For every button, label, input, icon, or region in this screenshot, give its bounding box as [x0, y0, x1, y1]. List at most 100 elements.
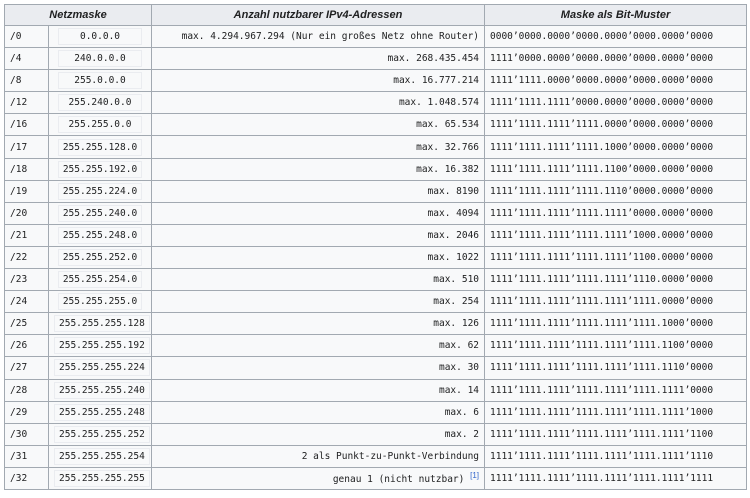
prefix-cell: /17	[4, 135, 49, 159]
bit-pattern-cell: 1111’1111.1111’1111.1110’0000.0000’0000	[484, 179, 748, 203]
address-count-cell: max. 268.435.454	[151, 47, 486, 71]
prefix-cell: /19	[4, 179, 49, 203]
address-count-text: 2 als Punkt-zu-Punkt-Verbindung	[301, 450, 480, 462]
address-count-cell: max. 16.777.214	[151, 69, 486, 93]
address-count-cell: max. 1.048.574	[151, 91, 486, 115]
address-count-cell: max. 32.766	[151, 135, 486, 159]
table-row: /19 255.255.224.0 max. 8190 1111’1111.1111’…	[4, 179, 748, 203]
table-row: /32 255.255.255.255 genau 1 (nicht nutzbar…	[4, 466, 748, 490]
netmask-cell: 255.0.0.0	[47, 69, 153, 93]
table-row: /18 255.255.192.0 max. 16.382 1111’1111.111…	[4, 157, 748, 181]
address-count-text: max. 32.766	[416, 141, 480, 153]
netmask-cell: 255.255.255.224	[47, 356, 153, 380]
table-row: /20 255.255.240.0 max. 4094 1111’1111.1111’…	[4, 201, 748, 225]
netmask-cell: 255.255.248.0	[47, 223, 153, 247]
bit-pattern-cell: 1111’0000.0000’0000.0000’0000.0000’0000	[484, 47, 748, 71]
prefix-cell: /23	[4, 268, 49, 292]
bit-pattern-cell: 1111’1111.1111’1111.1111’1110.0000’0000	[484, 268, 748, 292]
bit-pattern-cell: 1111’1111.1111’1111.1111’1111.1000’0000	[484, 312, 748, 336]
netmask-code: 255.255.240.0	[57, 204, 143, 222]
bit-pattern-cell: 1111’1111.1111’1111.1111’1111.1111’1111	[484, 466, 748, 490]
address-count-text: max. 16.382	[416, 163, 480, 175]
address-count-text: max. 4.294.967.294 (Nur ein großes Netz …	[181, 31, 480, 43]
bit-pattern-cell: 1111’1111.1111’1111.1111’1111.1100’0000	[484, 334, 748, 358]
netmask-code: 255.255.255.192	[54, 337, 150, 355]
table-row: /30 255.255.255.252 max. 2 1111’1111.1111’1…	[4, 422, 748, 446]
address-count-cell: max. 6	[151, 400, 486, 424]
table-body: /0 0.0.0.0 max. 4.294.967.294 (Nur ein gro…	[4, 24, 748, 490]
address-count-cell: max. 2	[151, 422, 486, 446]
netmask-cell: 255.255.255.248	[47, 400, 153, 424]
prefix-cell: /22	[4, 245, 49, 270]
address-count-cell: max. 8190	[151, 179, 486, 203]
address-count-text: genau 1 (nicht nutzbar)	[332, 474, 465, 486]
address-count-text: max. 8190	[427, 185, 480, 197]
prefix-cell: /27	[4, 356, 49, 380]
subnet-mask-table: Netzmaske Anzahl nutzbarer IPv4-Adressen…	[3, 4, 748, 490]
prefix-cell: /21	[4, 223, 49, 247]
prefix-cell: /12	[4, 91, 49, 115]
address-count-cell: max. 510	[151, 268, 486, 292]
table-row: /25 255.255.255.128 max. 126 1111’1111.1111…	[4, 312, 748, 336]
prefix-cell: /26	[4, 334, 49, 358]
table-row: /4 240.0.0.0 max. 268.435.454 1111’0000.000…	[4, 47, 748, 71]
address-count-cell: max. 254	[151, 290, 486, 314]
address-count-text: max. 1.048.574	[398, 97, 480, 109]
prefix-cell: /18	[4, 157, 49, 181]
prefix-cell: /16	[4, 113, 49, 137]
netmask-cell: 255.255.255.128	[47, 312, 153, 336]
address-count-cell: 2 als Punkt-zu-Punkt-Verbindung	[151, 444, 486, 468]
bit-pattern-cell: 1111’1111.1111’1111.1111’1111.1111’1110	[484, 444, 748, 468]
netmask-cell: 255.255.255.0	[47, 290, 153, 314]
netmask-cell: 255.255.192.0	[47, 157, 153, 181]
netmask-cell: 240.0.0.0	[47, 47, 153, 71]
bit-pattern-cell: 1111’1111.1111’1111.1111’1111.1111’1000	[484, 400, 748, 424]
prefix-cell: /8	[4, 69, 49, 93]
netmask-code: 255.255.252.0	[57, 248, 143, 266]
address-count-text: max. 2046	[427, 229, 480, 241]
address-count-cell: max. 2046	[151, 223, 486, 247]
netmask-code: 240.0.0.0	[58, 50, 142, 68]
header-address-count[interactable]: Anzahl nutzbarer IPv4-Adressen	[151, 4, 486, 26]
netmask-cell: 255.255.128.0	[47, 135, 153, 159]
address-count-cell: max. 30	[151, 356, 486, 380]
netmask-code: 255.255.0.0	[58, 116, 142, 134]
prefix-cell: /4	[4, 47, 49, 71]
address-count-text: max. 14	[438, 384, 480, 396]
address-count-text: max. 268.435.454	[387, 53, 480, 65]
bit-pattern-cell: 1111’1111.1111’1111.1111’0000.0000’0000	[484, 201, 748, 225]
bit-pattern-cell: 1111’1111.0000’0000.0000’0000.0000’0000	[484, 69, 748, 93]
table-row: /17 255.255.128.0 max. 32.766 1111’1111.111…	[4, 135, 748, 159]
table-row: /27 255.255.255.224 max. 30 1111’1111.1111’…	[4, 356, 748, 380]
bit-pattern-cell: 1111’1111.1111’1111.1111’1111.1111’1100	[484, 422, 748, 446]
netmask-cell: 255.255.255.255	[47, 466, 153, 490]
netmask-code: 255.255.255.252	[54, 425, 150, 443]
header-bit-pattern[interactable]: Maske als Bit-Muster	[484, 4, 748, 26]
bit-pattern-cell: 1111’1111.1111’1111.1111’1111.1111’0000	[484, 378, 748, 402]
address-count-cell: max. 62	[151, 334, 486, 358]
bit-pattern-cell: 1111’1111.1111’1111.1111’1100.0000’0000	[484, 245, 748, 270]
netmask-cell: 255.255.255.252	[47, 422, 153, 446]
address-count-cell: max. 4.294.967.294 (Nur ein großes Netz …	[151, 24, 486, 49]
netmask-code: 255.255.224.0	[57, 182, 143, 200]
table-row: /29 255.255.255.248 max. 6 1111’1111.1111’1…	[4, 400, 748, 424]
netmask-code: 255.255.255.224	[54, 359, 150, 377]
bit-pattern-cell: 1111’1111.1111’1111.1111’1111.0000’0000	[484, 290, 748, 314]
address-count-text: max. 2	[444, 428, 480, 440]
table-row: /16 255.255.0.0 max. 65.534 1111’1111.1111’…	[4, 113, 748, 137]
address-count-text: max. 62	[438, 340, 480, 352]
table-row: /0 0.0.0.0 max. 4.294.967.294 (Nur ein gro…	[4, 24, 748, 49]
table-row: /8 255.0.0.0 max. 16.777.214 1111’1111.0000…	[4, 69, 748, 93]
netmask-cell: 255.255.224.0	[47, 179, 153, 203]
netmask-code: 255.0.0.0	[58, 72, 142, 90]
address-count-text: max. 254	[433, 296, 480, 308]
netmask-cell: 255.240.0.0	[47, 91, 153, 115]
bit-pattern-cell: 1111’1111.1111’1111.1100’0000.0000’0000	[484, 157, 748, 181]
table-row: /28 255.255.255.240 max. 14 1111’1111.1111’…	[4, 378, 748, 402]
address-count-cell: genau 1 (nicht nutzbar) [1]	[151, 466, 486, 490]
prefix-cell: /32	[4, 466, 49, 490]
netmask-cell: 255.255.252.0	[47, 245, 153, 270]
header-netmask[interactable]: Netzmaske	[3, 4, 153, 26]
address-count-text: max. 1022	[427, 251, 480, 263]
reference-link[interactable]: [1]	[470, 471, 479, 480]
